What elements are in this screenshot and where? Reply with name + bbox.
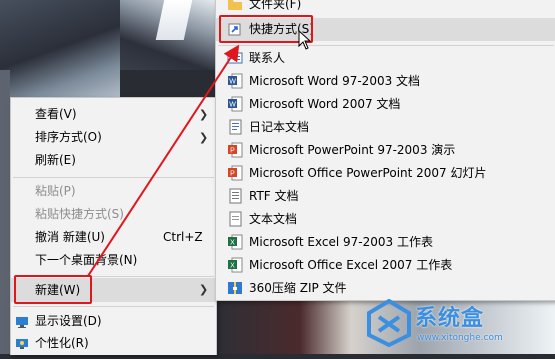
brand-logo-icon [367,299,411,347]
watermark: 系统盒 www.xitonghe.com [355,293,555,353]
mouse-cursor-icon [298,30,312,50]
watermark-brand: 系统盒 [415,306,485,331]
watermark-url: www.xitonghe.com [417,333,503,343]
